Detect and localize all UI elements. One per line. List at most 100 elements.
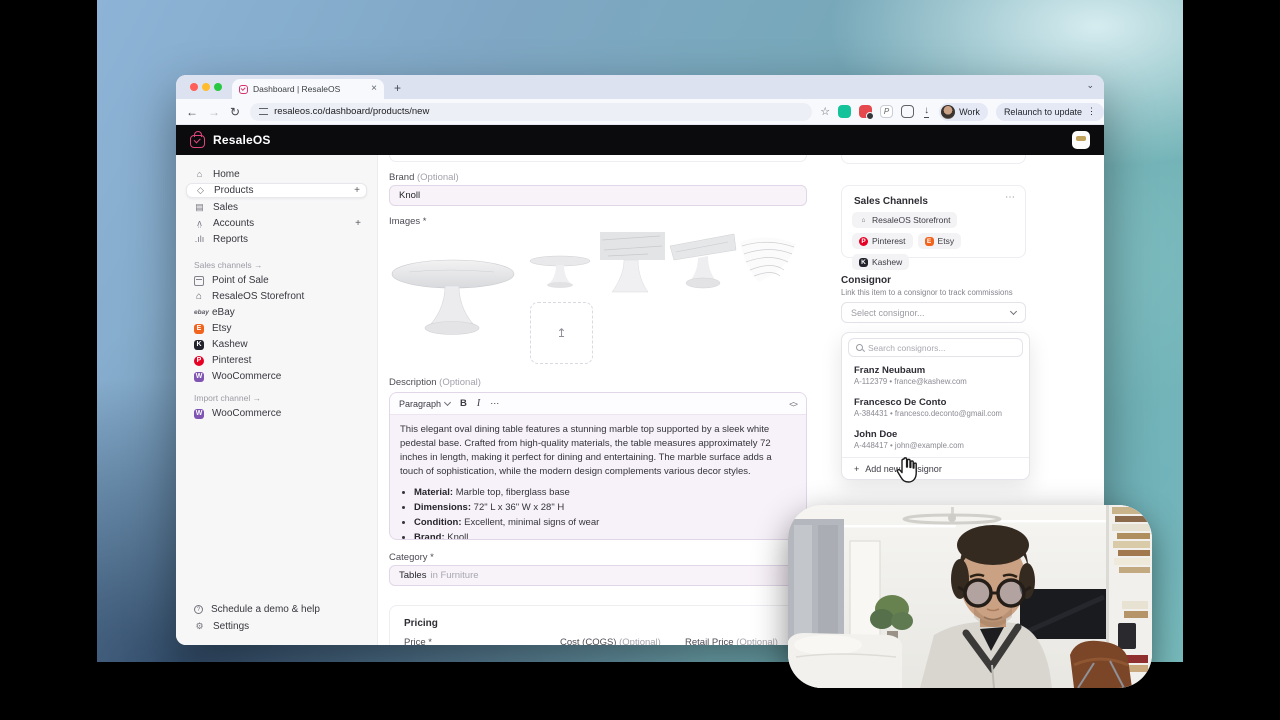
browser-toolbar: ← → ↻ resaleos.co/dashboard/products/new… [176,99,1104,125]
zoom-window-button[interactable] [214,83,222,91]
sidebar-import-woocommerce[interactable]: W WooCommerce [186,406,367,421]
letterbox-left [0,0,97,720]
chart-icon: .ılı [194,235,205,244]
add-product-icon[interactable]: + [354,185,360,196]
people-icon: ʌ̤ [194,219,205,228]
sidebar-item-reports[interactable]: .ılı Reports [186,232,367,247]
sidebar-channel-pos[interactable]: Point of Sale [186,273,367,288]
consignor-option[interactable]: John Doe [854,429,897,440]
minimize-window-button[interactable] [202,83,210,91]
site-info-icon[interactable] [259,108,268,115]
description-label: Description (Optional) [389,377,481,388]
sidebar-channel-kashew[interactable]: K Kashew [186,337,367,352]
footer-label: Settings [213,621,249,632]
storefront-icon: ⌂ [194,292,204,302]
extension-grammarly-icon[interactable] [838,105,851,118]
bold-button[interactable]: B [460,398,467,409]
sales-channels-header[interactable]: Sales channels → [194,260,263,270]
new-tab-button[interactable]: + [394,81,401,95]
profile-button[interactable]: Work [939,103,988,121]
sidebar-channel-ebay[interactable]: ebay eBay [186,305,367,320]
sidebar-item-accounts[interactable]: ʌ̤ Accounts + [186,216,367,231]
browser-menu-icon[interactable]: ⋮ [1087,106,1096,117]
chevron-down-icon [444,398,451,405]
sidebar-channel-woocommerce[interactable]: W WooCommerce [186,369,367,384]
product-image-thumb[interactable] [668,230,737,295]
description-editor[interactable]: Paragraph B I ⋯ <> This elegant oval din… [389,392,807,540]
sidebar-item-settings[interactable]: ⚙ Settings [186,619,367,634]
sidebar-item-help[interactable]: ? Schedule a demo & help [186,602,367,617]
image-upload-dropzone[interactable]: ↥ [530,302,593,364]
card-edge [841,155,1026,164]
more-formatting-icon[interactable]: ⋯ [490,398,499,409]
chip-etsy[interactable]: E Etsy [918,233,962,249]
consignor-option[interactable]: Franz Neubaum [854,365,925,376]
sidebar-channel-storefront[interactable]: ⌂ ResaleOS Storefront [186,289,367,304]
pos-icon [194,276,204,286]
tab-close-icon[interactable]: × [371,84,377,94]
add-account-icon[interactable]: + [355,218,361,229]
brand-input[interactable]: Knoll [389,185,807,206]
sidebar-channel-pinterest[interactable]: P Pinterest [186,353,367,368]
sidebar-item-products[interactable]: ◇ Products + [186,183,367,198]
header-action-button[interactable] [1072,131,1090,149]
plus-icon: + [854,464,859,474]
receipt-icon: ▤ [194,203,205,212]
description-body[interactable]: This elegant oval dining table features … [390,415,806,540]
consignor-option-meta: A-112379 • france@kashew.com [854,377,967,386]
back-icon[interactable]: ← [186,105,198,119]
relaunch-to-update-button[interactable]: Relaunch to update ⋮ [996,103,1104,121]
product-image-thumb[interactable] [598,230,667,297]
address-bar[interactable]: resaleos.co/dashboard/products/new [250,103,812,121]
search-icon [856,344,863,351]
chip-kashew[interactable]: K Kashew [852,254,909,270]
chevron-down-icon [1010,307,1017,314]
kashew-icon: K [194,340,204,350]
profile-label: Work [959,107,980,117]
extensions-puzzle-icon[interactable] [901,105,914,118]
sidebar-label: Products [214,185,253,196]
product-image-main[interactable] [389,230,520,345]
select-placeholder: Select consignor... [851,308,925,318]
sidebar-item-sales[interactable]: ▤ Sales [186,200,367,215]
italic-button[interactable]: I [477,398,480,409]
paragraph-style-dropdown[interactable]: Paragraph [399,399,450,409]
consignor-search[interactable] [848,338,1023,357]
channel-chips: ⌂ ResaleOS Storefront P Pinterest E Etsy… [852,212,1017,270]
home-icon: ⌂ [194,170,205,179]
tab-search-icon[interactable]: ⌄ [1086,80,1094,91]
product-image-thumb[interactable] [528,249,592,293]
import-channel-header[interactable]: Import channel → [194,393,261,403]
pinterest-icon: P [859,237,868,246]
sales-channels-menu-icon[interactable]: ⋯ [1005,192,1015,203]
consignor-option[interactable]: Francesco De Conto [854,397,946,408]
bookmark-star-icon[interactable]: ☆ [820,105,830,118]
sidebar-label: Reports [213,234,248,245]
consignor-search-input[interactable] [868,343,1015,353]
gear-icon: ⚙ [194,622,205,631]
webcam-scene [788,505,1152,688]
pricing-title: Pricing [404,618,438,629]
sidebar-label: Accounts [213,218,254,229]
category-input[interactable]: Tables in Furniture [389,565,807,586]
resaleos-logo-icon [190,135,205,148]
channel-label: Kashew [212,339,248,350]
extension-badge-icon[interactable] [859,105,872,118]
extension-p-icon[interactable]: P [880,105,893,118]
browser-tab[interactable]: Dashboard | ResaleOS × [232,79,384,99]
forward-icon[interactable]: → [208,105,220,119]
reload-icon[interactable]: ↻ [230,105,240,119]
sales-channels-card: Sales Channels ⋯ ⌂ ResaleOS Storefront P… [841,185,1026,258]
chip-pinterest[interactable]: P Pinterest [852,233,913,249]
tag-icon: ◇ [195,186,206,195]
sidebar-item-home[interactable]: ⌂ Home [186,167,367,182]
consignor-select[interactable]: Select consignor... [841,302,1026,323]
downloads-icon[interactable]: ↓ [924,106,929,118]
sidebar-channel-etsy[interactable]: E Etsy [186,321,367,336]
code-view-icon[interactable]: <> [789,399,797,409]
product-image-thumb[interactable] [738,230,800,295]
chip-storefront[interactable]: ⌂ ResaleOS Storefront [852,212,957,228]
sidebar-label: Sales [213,202,238,213]
close-window-button[interactable] [190,83,198,91]
editor-toolbar: Paragraph B I ⋯ <> [390,393,806,415]
